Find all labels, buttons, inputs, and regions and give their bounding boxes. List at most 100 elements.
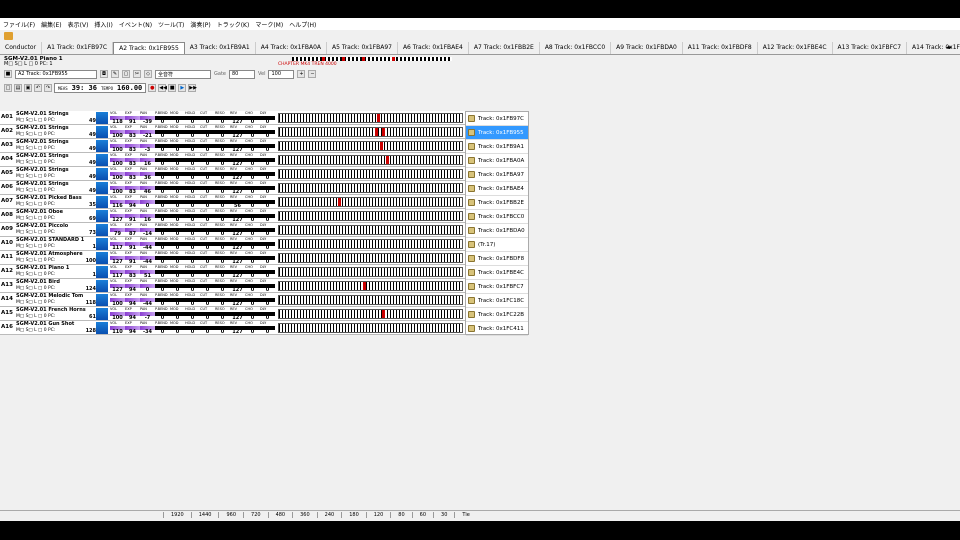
tab-1[interactable]: A1 Track: 0x1FB97C [42, 42, 114, 54]
track-keyboard[interactable] [278, 155, 463, 165]
program-change[interactable]: 73 [89, 230, 96, 236]
track-row[interactable]: A08 SGM-V2.01 Oboe M□ S□ L □ 0 PC: 69 VOL EXP… [0, 209, 465, 223]
track-flags[interactable]: M□ S□ L □ 0 PC: 69 [16, 216, 96, 222]
program-change[interactable]: 49 [89, 146, 96, 152]
track-keyboard[interactable] [278, 169, 463, 179]
track-list-item[interactable]: Track: 0x1FBA0A [466, 154, 528, 168]
track-row[interactable]: A04 SGM-V2.01 Strings M□ S□ L □ 0 PC: 49 VOL… [0, 153, 465, 167]
tab-12[interactable]: A13 Track: 0x1FBFC7 [833, 42, 908, 54]
param-value[interactable]: -34 [140, 329, 155, 335]
track-flags[interactable]: M□ S□ L □ 0 PC: 118 [16, 300, 96, 306]
track-flags[interactable]: M□ S□ L □ 0 PC: 100 [16, 258, 96, 264]
track-keyboard[interactable] [278, 141, 463, 151]
track-row[interactable]: A12 SGM-V2.01 Piano 1 M□ S□ L □ 0 PC: 1 VOL E… [0, 265, 465, 279]
status-note-length[interactable]: 240 [316, 512, 342, 518]
status-note-length[interactable]: 1440 [190, 512, 219, 518]
track-row[interactable]: A09 SGM-V2.01 Piccolo M□ S□ L □ 0 PC: 73 VOL… [0, 223, 465, 237]
param-value[interactable]: 0 [170, 329, 185, 335]
status-note-length[interactable]: 720 [243, 512, 268, 518]
status-note-length[interactable]: 30 [433, 512, 454, 518]
program-change[interactable]: 49 [89, 174, 96, 180]
track-name[interactable]: SGM-V2.01 Strings [16, 153, 96, 159]
status-note-length[interactable]: 120 [365, 512, 391, 518]
tab-8[interactable]: A8 Track: 0x1FBCC0 [540, 42, 612, 54]
track-keyboard[interactable] [278, 239, 463, 249]
stop-icon[interactable]: ■ [168, 84, 177, 92]
track-name[interactable]: SGM-V2.01 Melodic Tom [16, 293, 96, 299]
program-change[interactable]: 100 [86, 258, 96, 264]
track-list-item[interactable]: Track: 0x1FB9A1 [466, 140, 528, 154]
track-name[interactable]: SGM-V2.01 STANDARD 1 [16, 237, 96, 243]
track-flags[interactable]: M□ S□ L □ 0 PC: 49 [16, 188, 96, 194]
track-list-item[interactable]: Track: 0x1FC411 [466, 322, 528, 336]
track-name[interactable]: SGM-V2.01 Strings [16, 111, 96, 117]
status-note-length[interactable]: 80 [390, 512, 411, 518]
menu-item-9[interactable]: ヘルプ(H) [289, 20, 316, 29]
tab-10[interactable]: A11 Track: 0x1FBDF8 [683, 42, 758, 54]
track-list-item[interactable]: Track: 0x1FBAE4 [466, 182, 528, 196]
open-folder-icon[interactable]: ▤ [14, 84, 22, 92]
track-keyboard[interactable] [278, 253, 463, 263]
menu-item-3[interactable]: 挿入(I) [94, 20, 112, 29]
disk-icon[interactable]: ■ [4, 70, 12, 78]
track-flags[interactable]: M□ S□ L □ 0 PC: 73 [16, 230, 96, 236]
track-name[interactable]: SGM-V2.01 Atmosphere [16, 251, 96, 257]
velocity-field[interactable]: 100 [268, 69, 295, 79]
track-row[interactable]: A11 SGM-V2.01 Atmosphere M□ S□ L □ 0 PC: 10… [0, 251, 465, 265]
track-flags[interactable]: M□ S□ L □ 0 PC: 1 [16, 244, 96, 250]
track-keyboard[interactable] [278, 113, 463, 123]
status-note-length[interactable]: 480 [267, 512, 293, 518]
tab-9[interactable]: A9 Track: 0x1FBDA0 [611, 42, 683, 54]
track-keyboard[interactable] [278, 225, 463, 235]
tab-scroll-arrows[interactable]: ◂▸ [946, 44, 958, 53]
fast-forward-icon[interactable]: ▶▶ [188, 84, 197, 92]
track-row[interactable]: A05 SGM-V2.01 Strings M□ S□ L □ 0 PC: 49 VOL… [0, 167, 465, 181]
param-value[interactable]: 94 [125, 329, 140, 335]
tab-11[interactable]: A12 Track: 0x1FBE4C [758, 42, 833, 54]
note-length-select[interactable]: 全音符 [155, 69, 211, 79]
erase-icon[interactable]: ◇ [144, 70, 152, 78]
status-note-length[interactable]: 960 [218, 512, 243, 518]
track-flags[interactable]: M□ S□ L □ 0 PC: 35 [16, 202, 96, 208]
track-name[interactable]: SGM-V2.01 Strings [16, 181, 96, 187]
track-list-item[interactable]: Track: 0x1FB97C [466, 112, 528, 126]
track-list-item[interactable]: Track: 0x1FC18C [466, 294, 528, 308]
track-keyboard[interactable] [278, 211, 463, 221]
lock-icon[interactable]: ◘ [100, 70, 108, 78]
cut-icon[interactable]: ✂ [133, 70, 141, 78]
track-name[interactable]: SGM-V2.01 Picked Bass [16, 195, 96, 201]
track-list-item[interactable]: Track: 0x1FBDF8 [466, 252, 528, 266]
menu-item-0[interactable]: ファイル(F) [3, 20, 35, 29]
rewind-icon[interactable]: ◀◀ [158, 84, 167, 92]
track-flags[interactable]: M□ S□ L □ 0 PC: 61 [16, 314, 96, 320]
pencil-icon[interactable]: ✎ [111, 70, 119, 78]
track-flags[interactable]: M□ S□ L □ 0 PC: 49 [16, 174, 96, 180]
record-icon[interactable]: ● [148, 84, 157, 92]
tab-2[interactable]: A2 Track: 0x1FB955 [113, 42, 185, 54]
track-row[interactable]: A06 SGM-V2.01 Strings M□ S□ L □ 0 PC: 49 VOL… [0, 181, 465, 195]
track-keyboard[interactable] [278, 267, 463, 277]
menu-item-5[interactable]: ツール(T) [158, 20, 184, 29]
track-name[interactable]: SGM-V2.01 Strings [16, 167, 96, 173]
program-change[interactable]: 61 [89, 314, 96, 320]
program-change[interactable]: 49 [89, 160, 96, 166]
tab-4[interactable]: A4 Track: 0x1FBA0A [256, 42, 327, 54]
tab-3[interactable]: A3 Track: 0x1FB9A1 [185, 42, 256, 54]
param-value[interactable]: 0 [245, 329, 260, 335]
track-flags[interactable]: M□ S□ L □ 0 PC: 49 [16, 118, 96, 124]
track-flags[interactable]: M□ S□ L □ 0 PC: 124 [16, 286, 96, 292]
track-list-item[interactable]: Track: 0x1FBCC0 [466, 210, 528, 224]
program-change[interactable]: 35 [89, 202, 96, 208]
track-row[interactable]: A15 SGM-V2.01 French Horns M□ S□ L □ 0 PC:… [0, 307, 465, 321]
param-value[interactable]: 127 [230, 329, 245, 335]
track-flags[interactable]: M□ S□ L □ 0 PC: 128 [16, 328, 96, 334]
track-list-item[interactable]: Track: 0x1FBDA0 [466, 224, 528, 238]
status-note-length[interactable]: 60 [411, 512, 433, 518]
status-note-length[interactable]: Tie [454, 512, 476, 518]
play-icon[interactable]: ▶ [178, 84, 187, 92]
menu-item-4[interactable]: イベント(N) [119, 20, 152, 29]
menu-item-1[interactable]: 編集(E) [41, 20, 61, 29]
track-keyboard[interactable] [278, 295, 463, 305]
track-flags[interactable]: M□ S□ L □ 0 PC: 49 [16, 146, 96, 152]
track-name[interactable]: SGM-V2.01 Bird [16, 279, 96, 285]
